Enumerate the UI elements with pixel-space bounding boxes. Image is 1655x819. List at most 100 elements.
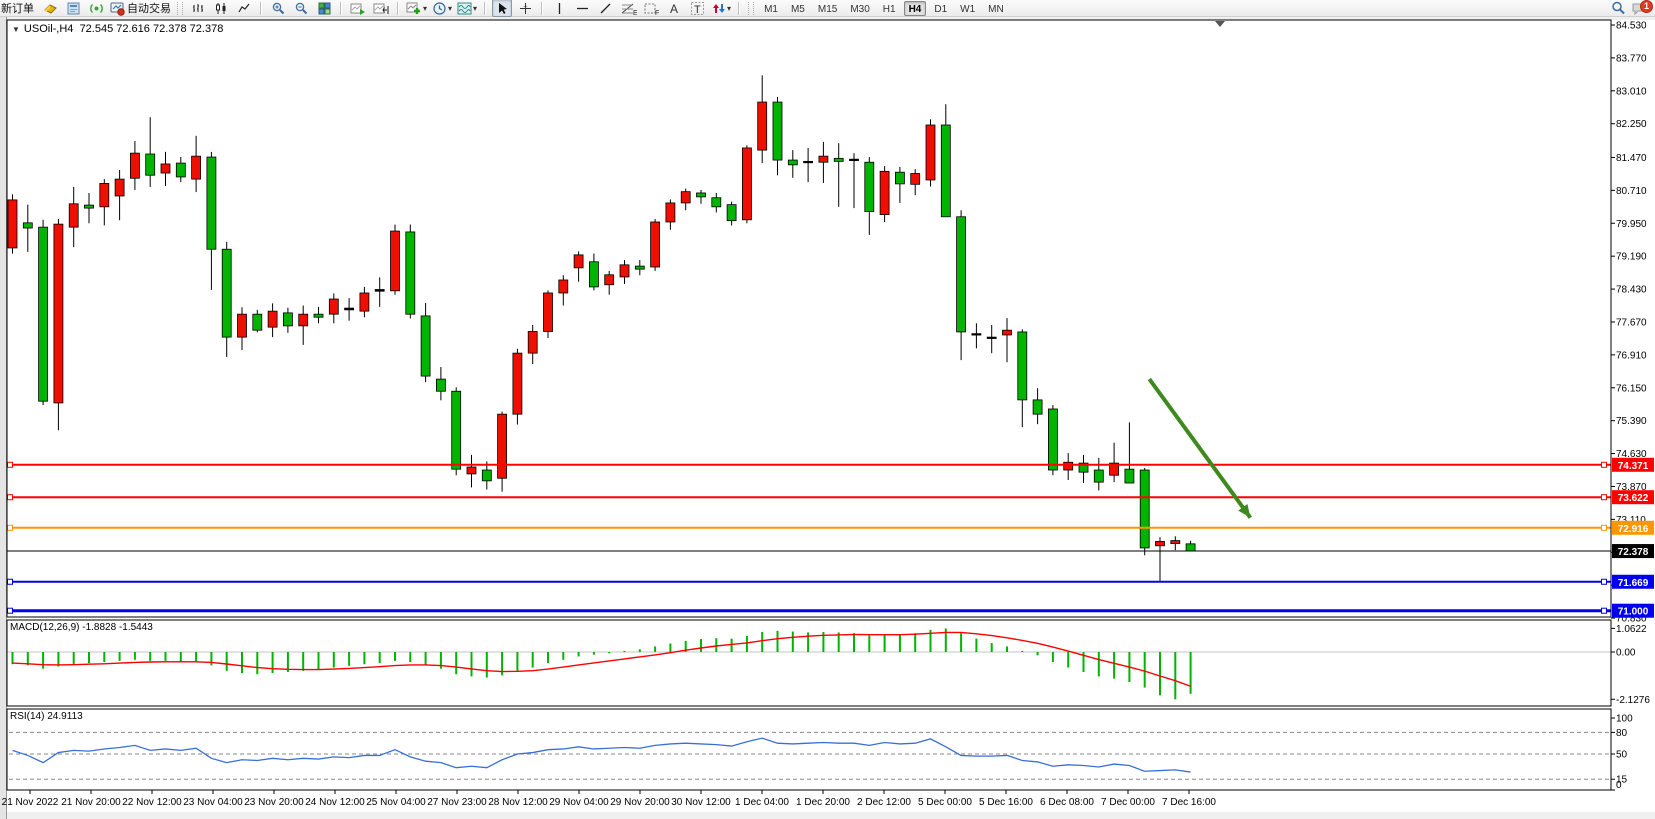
svg-text:71.000: 71.000 — [1618, 607, 1649, 618]
zoom-out-icon[interactable] — [291, 0, 311, 17]
macd-bar — [731, 639, 733, 652]
svg-text:73.622: 73.622 — [1618, 493, 1649, 504]
auto-scroll-icon[interactable] — [348, 0, 368, 17]
candle — [895, 172, 904, 184]
chevron-down-icon[interactable]: ▾ — [473, 4, 477, 13]
new-chart-icon[interactable]: ▾ — [405, 0, 428, 17]
timeframe-mn[interactable]: MN — [983, 1, 1009, 16]
candle — [911, 173, 920, 184]
line-chart-icon[interactable] — [234, 0, 254, 17]
macd-bar — [593, 652, 595, 655]
candle — [528, 331, 537, 353]
macd-bar — [1067, 652, 1069, 668]
candle — [421, 316, 430, 376]
timeframe-w1[interactable]: W1 — [955, 1, 980, 16]
line-handle[interactable] — [8, 608, 13, 613]
macd-bar — [1052, 652, 1054, 662]
horizontal-line-tool[interactable] — [572, 0, 592, 17]
line-handle[interactable] — [1602, 579, 1607, 584]
tile-windows-icon[interactable] — [314, 0, 334, 17]
macd-axis-label: 0.00 — [1616, 648, 1636, 659]
line-handle[interactable] — [1602, 608, 1607, 613]
svg-text:74.371: 74.371 — [1618, 461, 1649, 472]
chevron-down-icon[interactable]: ▾ — [727, 4, 731, 13]
time-axis-label: 21 Nov 20:00 — [61, 797, 121, 808]
time-axis-label: 7 Dec 00:00 — [1101, 797, 1155, 808]
candle — [742, 148, 751, 220]
chevron-down-icon[interactable]: ▾ — [448, 4, 452, 13]
candle — [727, 205, 736, 221]
notifications-button[interactable]: 1 — [1631, 0, 1653, 16]
macd-bar — [991, 643, 993, 652]
line-handle[interactable] — [8, 525, 13, 530]
data-window-icon[interactable] — [63, 0, 83, 17]
chart-shift-icon[interactable] — [371, 0, 391, 17]
time-axis-label: 1 Dec 20:00 — [796, 797, 850, 808]
time-axis-label: 6 Dec 08:00 — [1040, 797, 1094, 808]
time-axis-label: 7 Dec 16:00 — [1162, 797, 1216, 808]
timeframe-h1[interactable]: H1 — [878, 1, 901, 16]
timeframe-m1[interactable]: M1 — [759, 1, 783, 16]
candle — [834, 158, 843, 161]
macd-bar — [210, 652, 212, 665]
autotrading-button[interactable]: 自动交易 — [109, 0, 172, 17]
price-axis-label: 75.390 — [1616, 416, 1647, 427]
templates-icon[interactable]: ▾ — [456, 0, 478, 17]
one-click-trading-toggle[interactable]: ▼ — [12, 25, 20, 34]
timeframe-h4[interactable]: H4 — [904, 1, 927, 16]
candle — [482, 470, 491, 481]
macd-bar — [608, 652, 610, 653]
crosshair-tool[interactable] — [515, 0, 535, 17]
time-axis-label: 23 Nov 04:00 — [183, 797, 243, 808]
price-axis-label: 84.530 — [1616, 21, 1647, 32]
mt4-window: 新订单 自动交易 — [0, 0, 1655, 819]
new-order-button[interactable]: 新订单 — [0, 0, 37, 16]
price-axis-label: 76.150 — [1616, 383, 1647, 394]
timeframe-m30[interactable]: M30 — [845, 1, 874, 16]
candle — [23, 223, 32, 228]
svg-text:F: F — [655, 10, 659, 16]
candle — [1048, 409, 1057, 470]
macd-bar — [1159, 652, 1161, 695]
trendline-tool[interactable] — [595, 0, 615, 17]
macd-bar — [578, 652, 580, 656]
time-axis-label: 1 Dec 04:00 — [735, 797, 789, 808]
search-icon[interactable] — [1608, 0, 1628, 17]
line-handle[interactable] — [1602, 495, 1607, 500]
text-label-tool[interactable]: T — [687, 0, 707, 17]
line-handle[interactable] — [8, 495, 13, 500]
text-tool[interactable]: A — [664, 0, 684, 17]
chevron-down-icon[interactable]: ▾ — [423, 4, 427, 13]
macd-bar — [12, 652, 14, 664]
line-handle[interactable] — [1602, 462, 1607, 467]
candle — [467, 467, 476, 474]
line-handle[interactable] — [8, 462, 13, 467]
arrows-tool[interactable]: ▾ — [710, 0, 732, 17]
line-handle[interactable] — [1602, 525, 1607, 530]
svg-text:71.669: 71.669 — [1618, 578, 1649, 589]
vertical-line-tool[interactable] — [549, 0, 569, 17]
market-watch-icon[interactable] — [40, 0, 60, 17]
macd-bar — [134, 652, 136, 660]
candle — [498, 414, 507, 478]
price-axis-label: 79.950 — [1616, 219, 1647, 230]
macd-bar — [669, 644, 671, 652]
line-handle[interactable] — [8, 579, 13, 584]
navigator-icon[interactable] — [86, 0, 106, 17]
macd-bar — [409, 652, 411, 662]
candle — [436, 379, 445, 391]
fibonacci-tool[interactable]: E — [618, 0, 638, 17]
zoom-in-icon[interactable] — [268, 0, 288, 17]
timeframe-m15[interactable]: M15 — [813, 1, 842, 16]
bar-chart-icon[interactable] — [188, 0, 208, 17]
macd-bar — [180, 652, 182, 662]
timeframe-d1[interactable]: D1 — [929, 1, 952, 16]
channel-tool[interactable]: F — [641, 0, 661, 17]
candlestick-chart-icon[interactable] — [211, 0, 231, 17]
chart-canvas[interactable]: 84.53083.77083.01082.25081.47080.71079.9… — [0, 0, 1655, 819]
macd-bar — [333, 652, 335, 668]
period-icon[interactable]: ▾ — [431, 0, 453, 17]
timeframe-m5[interactable]: M5 — [786, 1, 810, 16]
cursor-tool[interactable] — [492, 0, 512, 17]
candle — [146, 154, 155, 175]
